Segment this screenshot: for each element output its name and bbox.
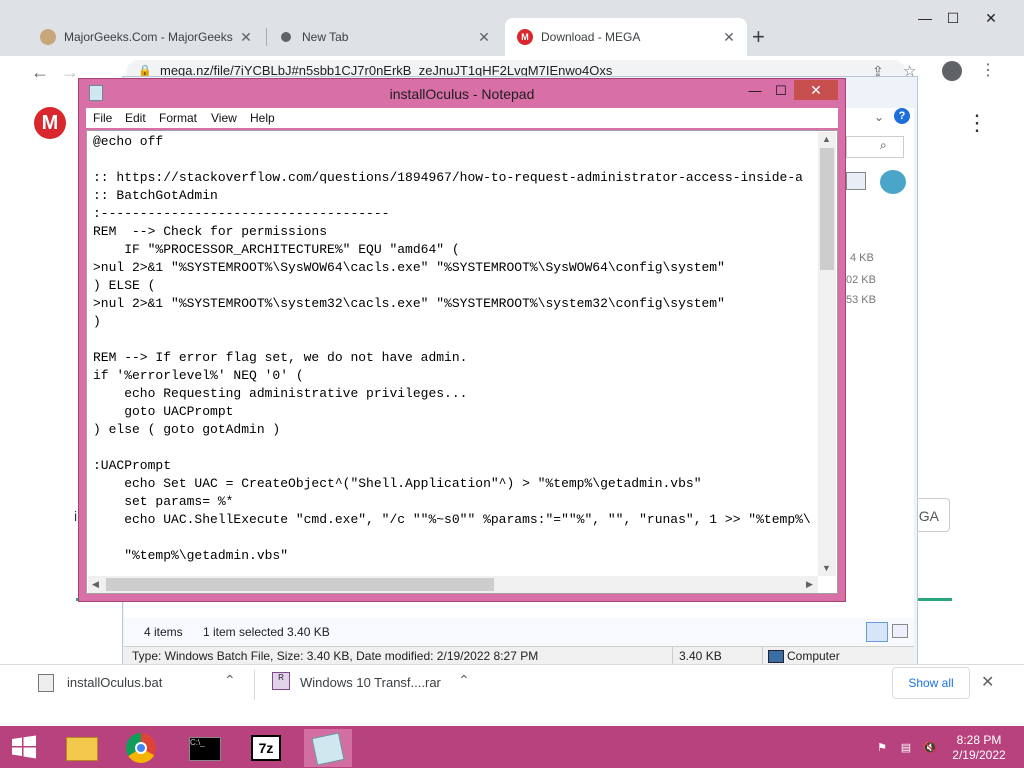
new-tab-button[interactable]: + <box>752 24 765 50</box>
minimize-icon[interactable]: — <box>742 82 768 100</box>
mega-logo[interactable]: M <box>34 107 66 139</box>
menu-file[interactable]: File <box>93 111 112 125</box>
7zip-icon: 7z <box>251 735 281 761</box>
menu-format[interactable]: Format <box>159 111 197 125</box>
help-icon[interactable]: ? <box>894 108 910 124</box>
scroll-right-icon[interactable]: ▶ <box>806 579 813 590</box>
close-icon[interactable]: ✕ <box>981 672 994 692</box>
details-view-icon[interactable] <box>866 622 888 642</box>
action-center-icon[interactable]: ⚑ <box>874 741 890 755</box>
back-icon[interactable]: ← <box>28 60 52 84</box>
file-explorer-icon <box>66 737 98 761</box>
menu-help[interactable]: Help <box>250 111 275 125</box>
chrome-icon <box>278 29 294 45</box>
download-shelf <box>0 664 1024 727</box>
file-size: 4 KB <box>850 252 874 264</box>
tab-mega[interactable]: M Download - MEGA ✕ <box>505 18 747 56</box>
mega-text-fragment: i <box>74 508 78 524</box>
file-size: 02 KB <box>846 274 876 286</box>
majorgeeks-icon <box>40 29 56 45</box>
show-all-button[interactable]: Show all <box>892 667 970 699</box>
notepad-text-content[interactable]: @echo off :: https://stackoverflow.com/q… <box>93 133 815 575</box>
taskbar-7zip[interactable]: 7z <box>242 729 290 767</box>
scroll-down-icon[interactable]: ▼ <box>822 563 831 573</box>
chevron-up-icon[interactable]: ⌃ <box>458 672 470 689</box>
clock-time: 8:28 PM <box>956 733 1002 747</box>
computer-icon <box>768 650 784 663</box>
menu-edit[interactable]: Edit <box>125 111 146 125</box>
media-icon <box>880 170 906 194</box>
download-item-name[interactable]: installOculus.bat <box>67 675 162 690</box>
maximize-icon[interactable]: ☐ <box>768 82 794 100</box>
divider <box>672 646 673 666</box>
maximize-icon[interactable]: ☐ <box>938 6 968 30</box>
profile-avatar[interactable] <box>942 61 962 81</box>
explorer-search-box[interactable] <box>846 136 904 158</box>
windows-logo-icon <box>12 735 36 759</box>
taskbar-chrome[interactable] <box>118 729 166 767</box>
chrome-icon <box>126 733 156 763</box>
close-icon[interactable]: ✕ <box>794 80 838 100</box>
taskbar-notepad[interactable] <box>304 729 352 767</box>
download-item-name[interactable]: Windows 10 Transf....rar <box>300 675 441 690</box>
tab-new-tab[interactable]: New Tab ✕ <box>266 18 502 56</box>
mega-icon: M <box>517 29 533 45</box>
close-icon[interactable]: ✕ <box>236 29 256 46</box>
notepad-title: installOculus - Notepad <box>389 86 535 102</box>
horizontal-scroll-thumb[interactable] <box>106 578 494 591</box>
file-size: 53 KB <box>846 294 876 306</box>
system-clock[interactable]: 8:28 PM 2/19/2022 <box>944 733 1014 763</box>
taskbar-command-prompt[interactable]: C:\_ <box>180 729 228 767</box>
chevron-up-icon[interactable]: ⌃ <box>224 672 236 689</box>
file-details: Type: Windows Batch File, Size: 3.40 KB,… <box>132 649 539 663</box>
tab-title: New Tab <box>302 30 349 44</box>
batch-file-icon <box>38 674 54 692</box>
divider <box>254 670 255 700</box>
clock-date: 2/19/2022 <box>952 748 1006 762</box>
menu-view[interactable]: View <box>211 111 237 125</box>
minimize-icon[interactable]: — <box>910 6 940 30</box>
vertical-scroll-thumb[interactable] <box>820 148 834 270</box>
large-icons-view-icon[interactable] <box>892 624 908 638</box>
close-icon[interactable]: ✕ <box>474 29 494 46</box>
preview-pane-icon[interactable] <box>846 172 866 190</box>
scroll-left-icon[interactable]: ◀ <box>92 579 99 590</box>
menu-dots-icon[interactable]: ⋮ <box>980 60 996 80</box>
notepad-menubar <box>86 108 838 128</box>
dropdown-icon[interactable]: ⌄ <box>874 110 884 124</box>
divider <box>762 646 763 666</box>
notepad-icon <box>311 732 345 766</box>
tab-title: Download - MEGA <box>541 30 641 44</box>
taskbar-file-explorer[interactable] <box>58 729 106 767</box>
file-size-detail: 3.40 KB <box>679 649 722 663</box>
rar-file-icon: R <box>272 672 290 690</box>
volume-muted-icon[interactable]: 🔇 <box>922 741 938 755</box>
tab-majorgeeks[interactable]: MajorGeeks.Com - MajorGeeks ✕ <box>28 18 264 56</box>
scroll-up-icon[interactable]: ▲ <box>822 134 831 144</box>
selection-info: 1 item selected 3.40 KB <box>203 625 330 639</box>
close-icon[interactable]: ✕ <box>719 29 739 46</box>
tab-title: MajorGeeks.Com - MajorGeeks <box>64 30 233 44</box>
network-icon[interactable]: ▤ <box>898 741 914 755</box>
command-prompt-icon: C:\_ <box>189 737 221 761</box>
mega-menu-icon[interactable]: ⋮ <box>966 110 988 136</box>
location-label: Computer <box>787 649 840 663</box>
item-count: 4 items <box>144 625 183 639</box>
close-window-icon[interactable]: ✕ <box>976 6 1006 30</box>
start-button[interactable] <box>10 735 38 759</box>
search-icon[interactable]: ⌕ <box>880 138 887 153</box>
